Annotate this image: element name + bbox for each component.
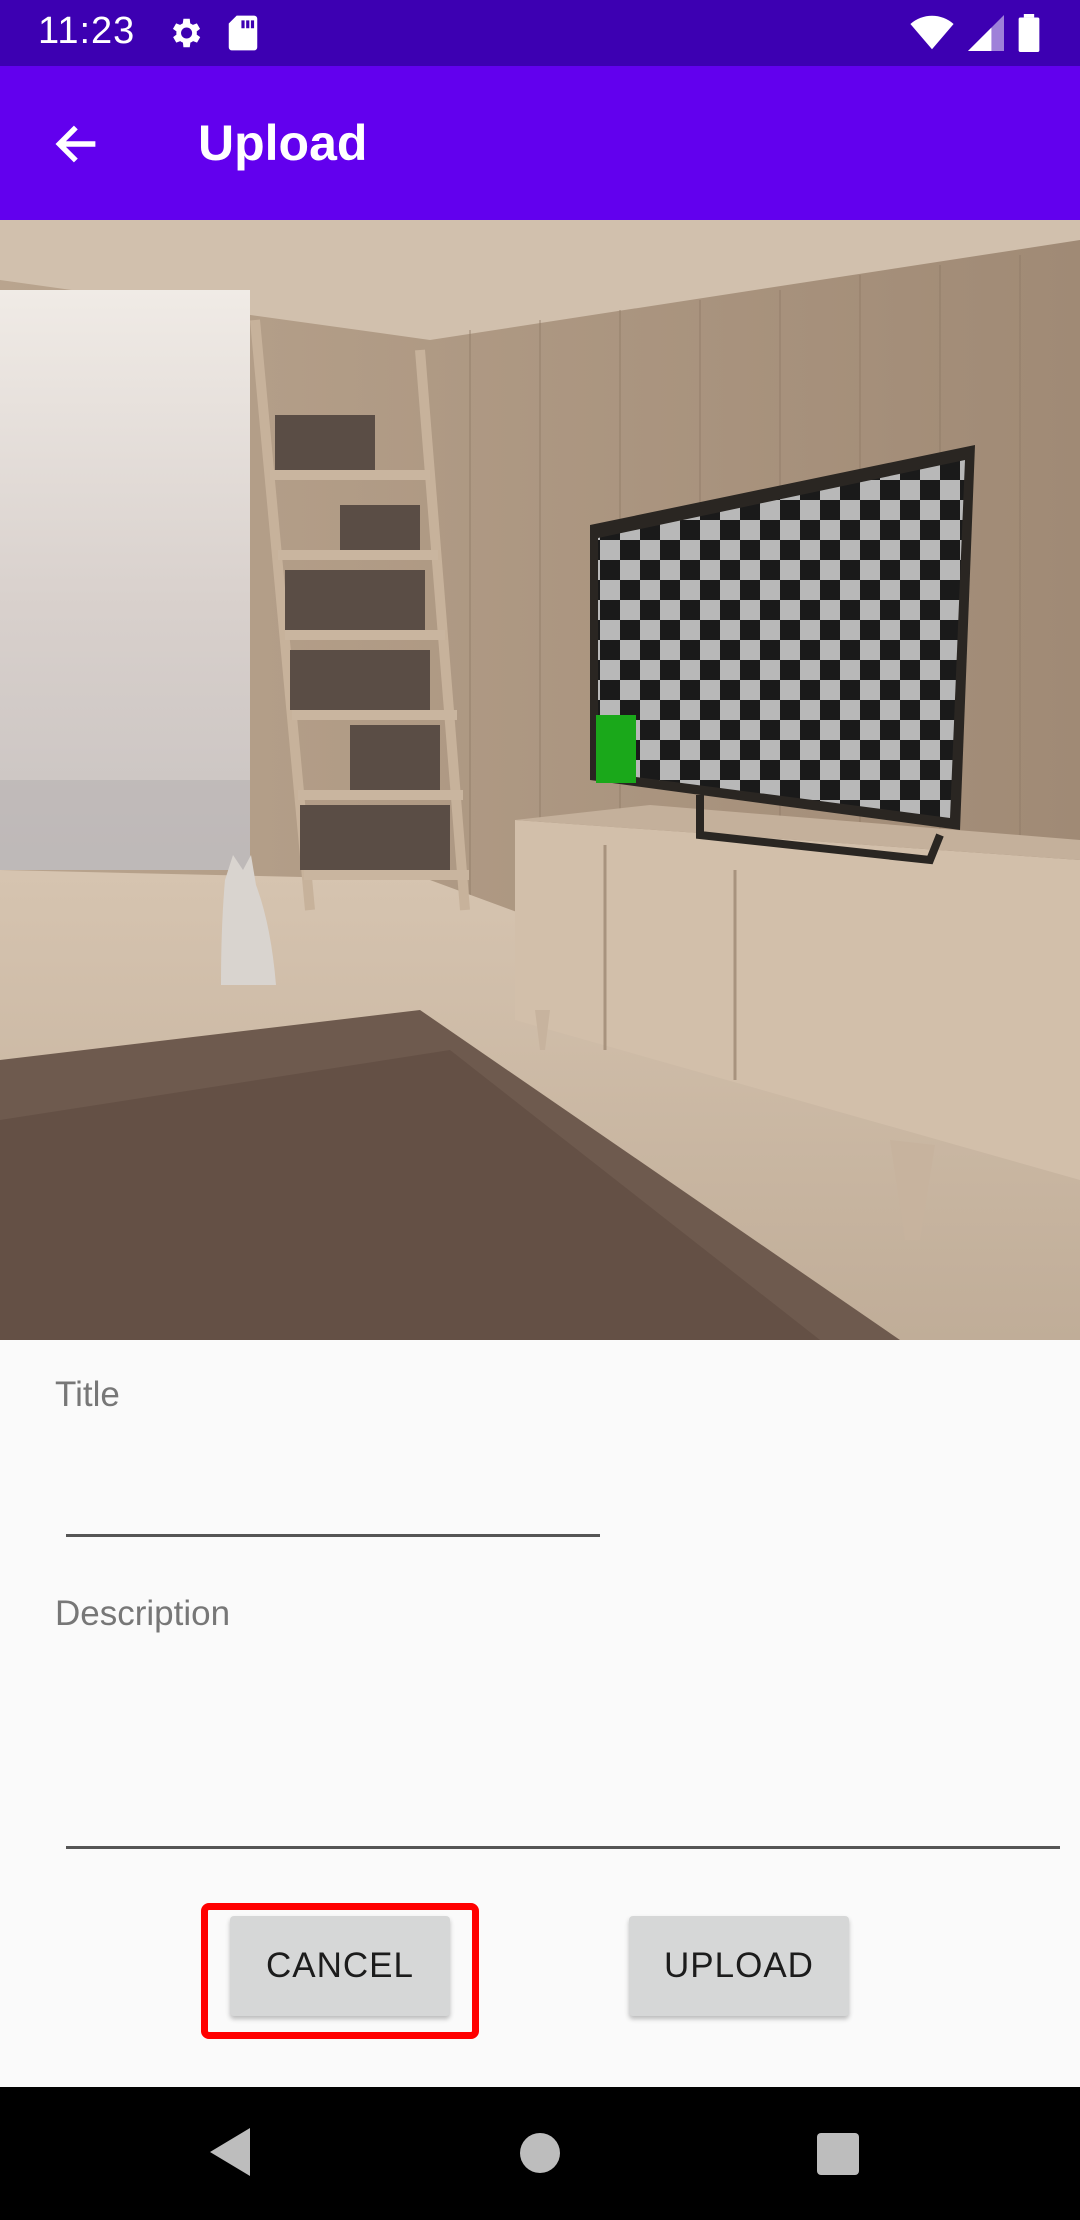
title-input[interactable] <box>66 1534 600 1537</box>
navigation-bar <box>0 2087 1080 2220</box>
status-bar: 11:23 <box>0 0 1080 66</box>
wifi-icon <box>910 15 954 56</box>
gear-icon <box>166 14 204 57</box>
status-time: 11:23 <box>38 10 136 52</box>
selected-photo <box>0 220 1080 1340</box>
nav-home-icon[interactable] <box>520 2133 560 2173</box>
nav-back-icon[interactable] <box>210 2127 250 2182</box>
description-label: Description <box>55 1594 231 1633</box>
title-label: Title <box>55 1375 120 1414</box>
sd-card-icon <box>226 14 260 57</box>
upload-button[interactable]: UPLOAD <box>629 1916 849 2016</box>
signal-icon <box>968 15 1004 56</box>
app-bar: Upload <box>0 66 1080 220</box>
description-input[interactable] <box>66 1846 1060 1849</box>
battery-icon <box>1018 14 1040 57</box>
nav-recents-icon[interactable] <box>817 2133 859 2175</box>
highlight-box <box>201 1903 479 2039</box>
page-title: Upload <box>198 115 368 171</box>
arrow-left-icon <box>51 119 101 174</box>
back-button[interactable] <box>36 106 116 186</box>
